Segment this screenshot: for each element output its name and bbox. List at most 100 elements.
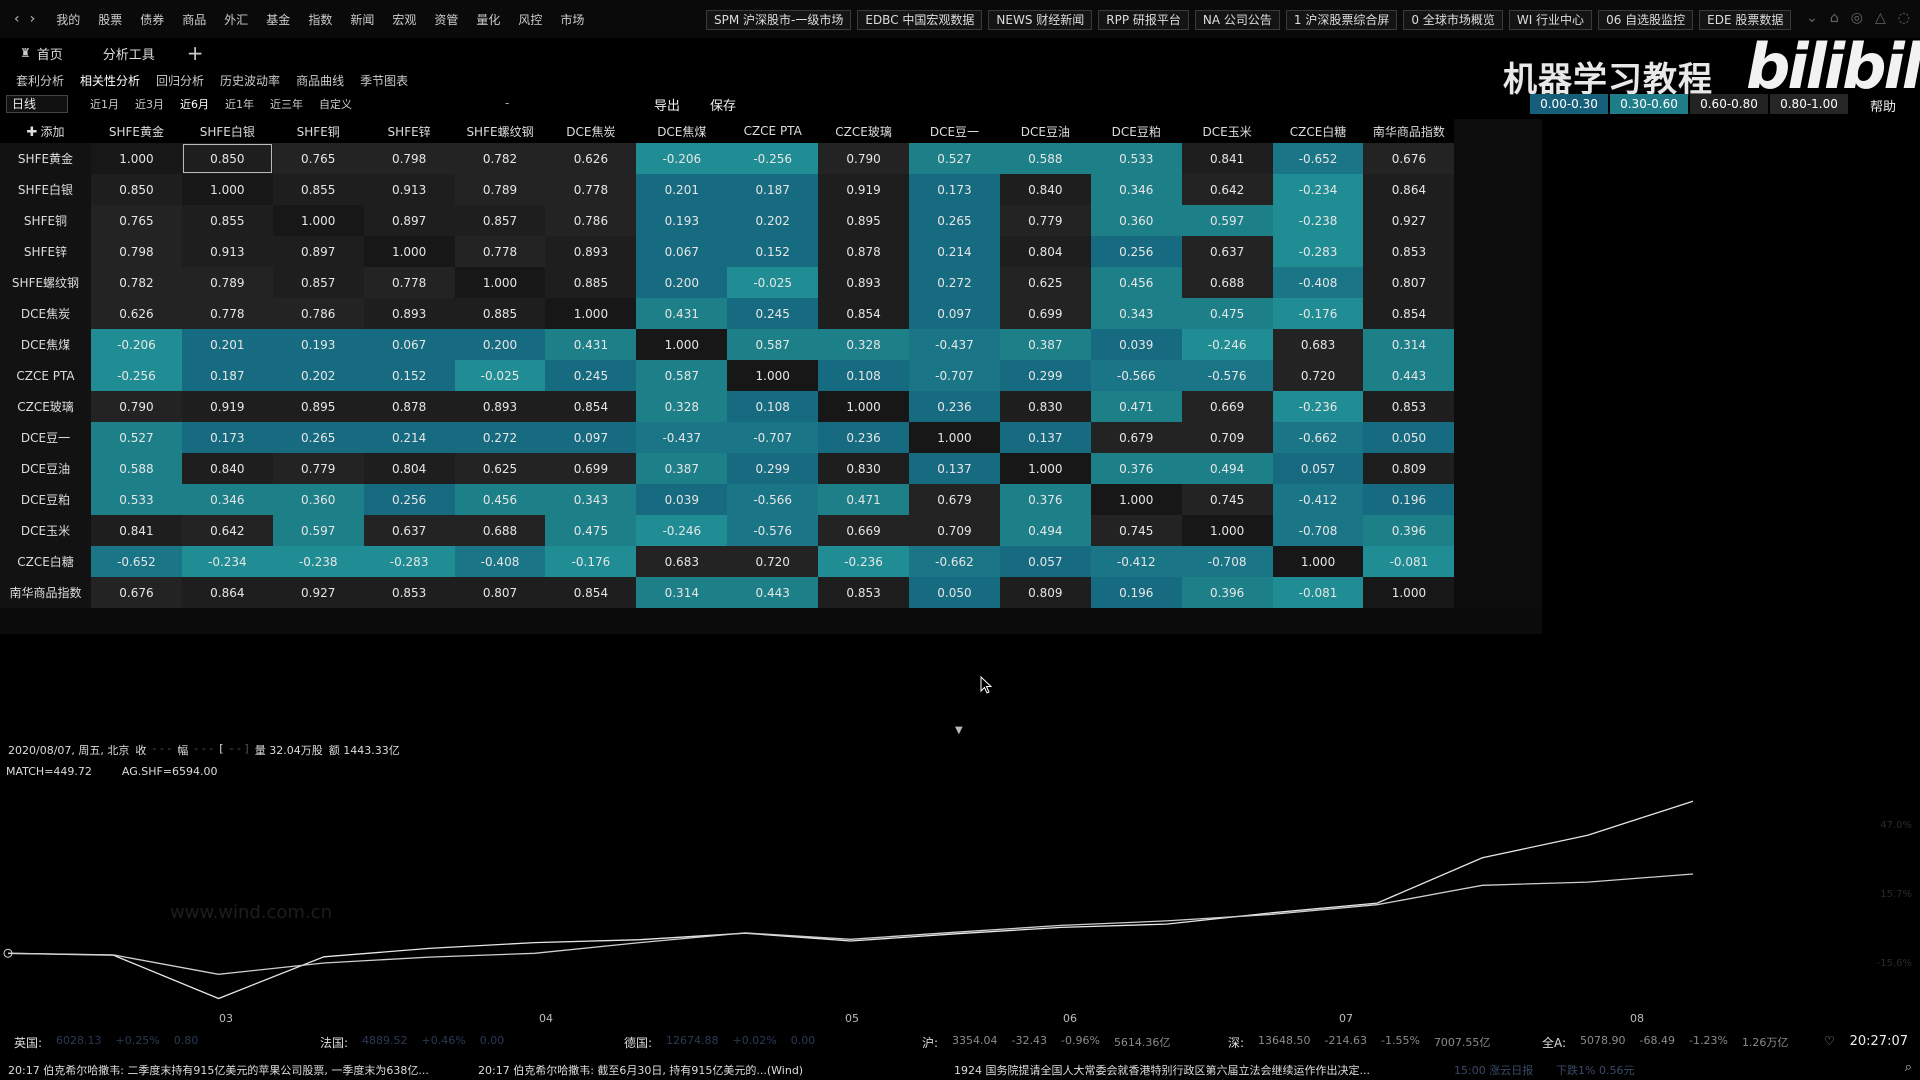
matrix-cell[interactable]: 0.387: [636, 453, 728, 484]
row-header[interactable]: DCE豆一: [0, 422, 91, 453]
market-index[interactable]: 德国: 12674.88 +0.02% 0.00: [624, 1034, 815, 1051]
matrix-cell[interactable]: -0.234: [1272, 174, 1364, 205]
matrix-cell[interactable]: 0.853: [818, 577, 910, 608]
matrix-cell[interactable]: 0.193: [636, 205, 728, 236]
home-icon[interactable]: ⌂: [1830, 10, 1839, 26]
range-button-4[interactable]: 近三年: [262, 96, 311, 112]
matrix-cell[interactable]: 0.625: [454, 453, 546, 484]
period-select[interactable]: 日线: [6, 95, 68, 113]
matrix-cell[interactable]: 0.765: [91, 205, 182, 236]
matrix-cell[interactable]: 0.830: [999, 391, 1091, 422]
market-index[interactable]: 全A: 5078.90 -68.49 -1.23% 1.26万亿: [1542, 1034, 1788, 1051]
matrix-cell[interactable]: -0.576: [727, 515, 819, 546]
matrix-cell[interactable]: 0.272: [454, 422, 546, 453]
matrix-cell[interactable]: 0.864: [181, 577, 273, 608]
matrix-cell[interactable]: 0.533: [91, 484, 182, 515]
matrix-cell[interactable]: 0.328: [636, 391, 728, 422]
quick-link-0[interactable]: SPM 沪深股市-一级市场: [706, 10, 852, 30]
matrix-cell[interactable]: 0.679: [909, 484, 1000, 515]
matrix-cell[interactable]: 0.720: [1272, 360, 1364, 391]
subnav-item-3[interactable]: 历史波动率: [212, 72, 288, 89]
matrix-cell[interactable]: 0.790: [818, 143, 910, 174]
matrix-cell[interactable]: 1.000: [181, 174, 273, 205]
matrix-cell[interactable]: 0.676: [91, 577, 182, 608]
matrix-cell[interactable]: 1.000: [727, 360, 819, 391]
row-header[interactable]: DCE豆油: [0, 453, 91, 484]
matrix-cell[interactable]: 0.669: [818, 515, 910, 546]
row-header[interactable]: SHFE白银: [0, 174, 91, 205]
matrix-cell[interactable]: 1.000: [363, 236, 455, 267]
row-hint[interactable]: [0, 608, 91, 634]
matrix-cell[interactable]: -0.081: [1272, 577, 1364, 608]
matrix-cell[interactable]: 0.527: [91, 422, 182, 453]
matrix-cell[interactable]: 0.789: [181, 267, 273, 298]
matrix-cell[interactable]: 0.778: [454, 236, 546, 267]
ticker-item[interactable]: 15:00 涨云日报: [1454, 1062, 1533, 1078]
matrix-cell[interactable]: 0.809: [1363, 453, 1455, 484]
subnav-item-1[interactable]: 相关性分析: [72, 72, 148, 89]
matrix-cell[interactable]: 1.000: [636, 329, 728, 360]
ticker-item[interactable]: 下跌1% 0.56元: [1556, 1062, 1634, 1078]
matrix-cell[interactable]: 0.597: [1181, 205, 1273, 236]
matrix-cell[interactable]: 0.885: [545, 267, 637, 298]
matrix-cell[interactable]: 0.855: [181, 205, 273, 236]
matrix-cell[interactable]: 0.245: [727, 298, 819, 329]
matrix-cell[interactable]: 0.778: [363, 267, 455, 298]
matrix-cell[interactable]: 0.854: [818, 298, 910, 329]
matrix-cell[interactable]: 0.533: [1090, 143, 1182, 174]
matrix-cell[interactable]: 0.202: [727, 205, 819, 236]
collapse-arrow-icon[interactable]: ▼: [955, 725, 963, 736]
legend-item-0[interactable]: 0.00-0.30: [1530, 94, 1608, 114]
column-header[interactable]: CZCE白糖: [1272, 119, 1364, 143]
legend-item-3[interactable]: 0.80-1.00: [1770, 94, 1848, 114]
matrix-cell[interactable]: 0.854: [1363, 298, 1455, 329]
matrix-cell[interactable]: 0.396: [1181, 577, 1273, 608]
matrix-cell[interactable]: 0.471: [818, 484, 910, 515]
market-index[interactable]: 英国: 6028.13 +0.25% 0.80: [14, 1034, 198, 1051]
matrix-cell[interactable]: 0.893: [363, 298, 455, 329]
matrix-cell[interactable]: 0.720: [727, 546, 819, 577]
matrix-cell[interactable]: -0.238: [272, 546, 364, 577]
matrix-cell[interactable]: 0.475: [1181, 298, 1273, 329]
matrix-cell[interactable]: 0.765: [272, 143, 364, 174]
matrix-cell[interactable]: 0.625: [999, 267, 1091, 298]
matrix-cell[interactable]: 0.683: [636, 546, 728, 577]
matrix-cell[interactable]: 0.798: [363, 143, 455, 174]
matrix-cell[interactable]: 0.804: [363, 453, 455, 484]
matrix-cell[interactable]: 0.314: [636, 577, 728, 608]
matrix-cell[interactable]: 0.067: [636, 236, 728, 267]
matrix-cell[interactable]: 0.396: [1363, 515, 1455, 546]
matrix-cell[interactable]: 0.346: [1090, 174, 1182, 205]
matrix-cell[interactable]: 0.471: [1090, 391, 1182, 422]
matrix-cell[interactable]: 0.376: [999, 484, 1091, 515]
subnav-item-0[interactable]: 套利分析: [8, 72, 72, 89]
matrix-cell[interactable]: 0.688: [454, 515, 546, 546]
matrix-cell[interactable]: 0.236: [909, 391, 1000, 422]
market-index[interactable]: 深: 13648.50 -214.63 -1.55% 7007.55亿: [1228, 1034, 1490, 1051]
matrix-cell[interactable]: 0.527: [909, 143, 1000, 174]
matrix-cell[interactable]: -0.256: [727, 143, 819, 174]
subnav-item-4[interactable]: 商品曲线: [288, 72, 352, 89]
column-header[interactable]: DCE豆一: [909, 119, 1000, 143]
price-chart[interactable]: www.wind.com.cn 03 04 05 06 07 08 47.0% 15.7% -15…: [0, 780, 1920, 1030]
matrix-cell[interactable]: -0.283: [363, 546, 455, 577]
matrix-cell[interactable]: 1.000: [454, 267, 546, 298]
matrix-cell[interactable]: 0.789: [454, 174, 546, 205]
ticker-item[interactable]: 20:17 伯克希尔哈撒韦: 截至6月30日, 持有915亿美元的...(Win…: [478, 1062, 803, 1078]
matrix-cell[interactable]: 0.587: [727, 329, 819, 360]
matrix-cell[interactable]: 0.855: [272, 174, 364, 205]
ticker-item[interactable]: 1924 国务院提请全国人大常委会就香港特别行政区第六届立法会继续运作作出决定.…: [954, 1062, 1370, 1078]
column-header[interactable]: SHFE螺纹钢: [454, 119, 546, 143]
row-header[interactable]: DCE焦炭: [0, 298, 91, 329]
ticker-item[interactable]: 20:17 伯克希尔哈撒韦: 二季度末持有915亿美元的苹果公司股票, 一季度末…: [8, 1062, 429, 1078]
series-line-ag-shf[interactable]: [7, 873, 1694, 975]
search-icon[interactable]: ⌕: [1905, 1060, 1912, 1075]
settings-icon[interactable]: ◌: [1898, 10, 1910, 26]
matrix-cell[interactable]: 0.927: [1363, 205, 1455, 236]
column-header[interactable]: DCE焦炭: [545, 119, 637, 143]
matrix-cell[interactable]: -0.662: [1272, 422, 1364, 453]
quick-link-2[interactable]: NEWS 财经新闻: [988, 10, 1093, 30]
matrix-cell[interactable]: 0.201: [636, 174, 728, 205]
matrix-cell[interactable]: -0.412: [1272, 484, 1364, 515]
quick-link-9[interactable]: EDE 股票数据: [1699, 10, 1792, 30]
